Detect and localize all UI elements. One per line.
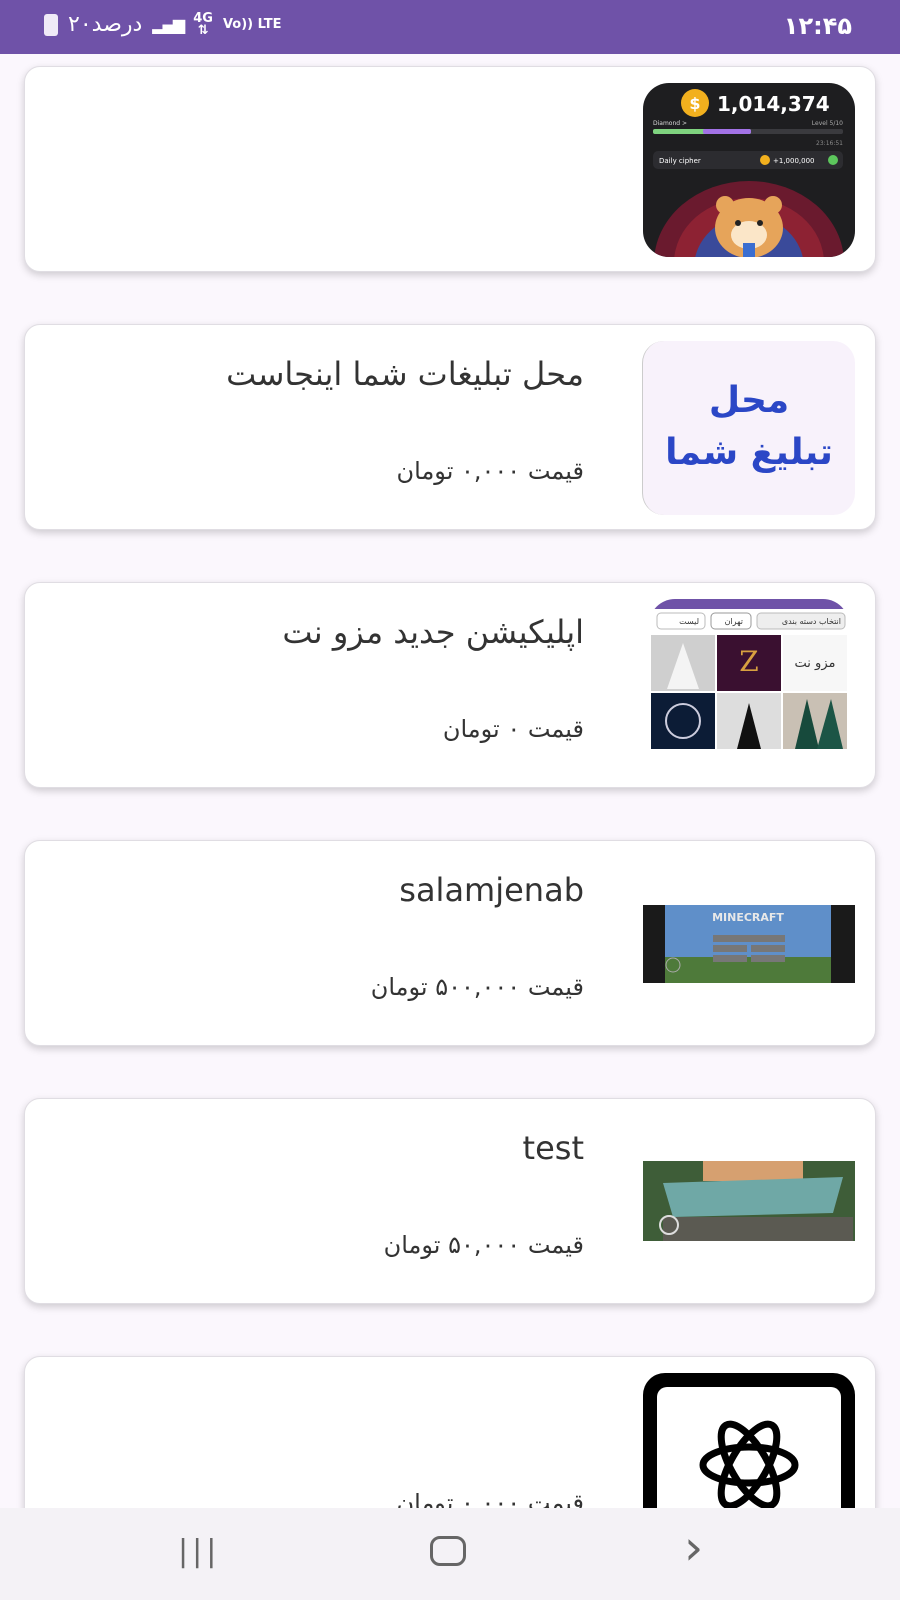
- product-thumbnail-mezonet: انتخاب دسته بندی تهران لیست Z مزو نت: [649, 599, 849, 773]
- back-button[interactable]: ›: [684, 1524, 703, 1572]
- battery-icon: [44, 13, 58, 36]
- recents-button[interactable]: |||: [178, 1534, 220, 1569]
- product-title: salamjenab: [399, 871, 584, 909]
- svg-text:Diamond >: Diamond >: [653, 120, 687, 127]
- product-thumbnail-game: [643, 1161, 855, 1241]
- volte-icon: Vo)) LTE: [222, 16, 282, 32]
- status-time: ۱۲:۴۵: [783, 12, 852, 40]
- network-type-icon: 4G ⇅: [193, 10, 213, 38]
- product-thumbnail-minecraft: MINECRAFT: [643, 905, 855, 983]
- svg-text:مزو نت: مزو نت: [795, 656, 836, 671]
- coin-value: 1,014,374: [717, 92, 830, 116]
- svg-text:MINECRAFT: MINECRAFT: [712, 911, 784, 924]
- svg-text:انتخاب دسته بندی: انتخاب دسته بندی: [782, 617, 841, 626]
- battery-label: ۲۰درصد: [68, 12, 143, 37]
- svg-text:تهران: تهران: [725, 617, 743, 626]
- chatgpt-logo-icon: [643, 1373, 855, 1508]
- product-price: قیمت ۵۰,۰۰۰ تومان: [383, 1231, 584, 1259]
- navigation-bar: ||| ›: [0, 1508, 900, 1600]
- svg-text:+1,000,000: +1,000,000: [773, 157, 815, 165]
- status-indicators: ۲۰درصد ▂▄▆ 4G ⇅ Vo)) LTE: [44, 12, 282, 37]
- svg-text:Daily cipher: Daily cipher: [659, 157, 701, 165]
- product-card[interactable]: MINECRAFT salamjenab قیمت ۵۰۰,۰۰۰ تومان: [24, 840, 876, 1046]
- product-title: test: [522, 1129, 584, 1167]
- product-thumbnail-hamster: $ 1,014,374 Diamond > Level 5/10 23:16:5…: [643, 83, 855, 257]
- signal-icon: ▂▄▆: [152, 15, 185, 34]
- product-price: قیمت ۰,۰۰۰ تومان: [396, 457, 585, 485]
- product-card[interactable]: قیمت ۰,۰۰۰ تومان: [24, 1356, 876, 1508]
- product-card[interactable]: $ 1,014,374 Diamond > Level 5/10 23:16:5…: [24, 66, 876, 272]
- product-thumbnail-ad: محل تبلیغ شما: [642, 341, 855, 515]
- svg-text:Level 5/10: Level 5/10: [812, 120, 843, 127]
- product-price: قیمت ۵۰۰,۰۰۰ تومان: [370, 973, 584, 1001]
- status-bar: ۲۰درصد ▂▄▆ 4G ⇅ Vo)) LTE ۱۲:۴۵: [0, 0, 900, 54]
- svg-text:$: $: [689, 94, 700, 113]
- product-price: قیمت ۰,۰۰۰ تومان: [396, 1489, 585, 1508]
- product-title: اپلیکیشن جدید مزو نت: [282, 613, 584, 651]
- svg-text:Z: Z: [739, 645, 758, 678]
- svg-text:لیست: لیست: [679, 617, 699, 626]
- product-list[interactable]: $ 1,014,374 Diamond > Level 5/10 23:16:5…: [0, 54, 900, 1508]
- product-card[interactable]: انتخاب دسته بندی تهران لیست Z مزو نت اپل…: [24, 582, 876, 788]
- product-card[interactable]: محل تبلیغ شما محل تبلیغات شما اینجاست قی…: [24, 324, 876, 530]
- product-card[interactable]: test قیمت ۵۰,۰۰۰ تومان: [24, 1098, 876, 1304]
- svg-text:23:16:51: 23:16:51: [816, 140, 843, 147]
- product-price: قیمت ۰ تومان: [442, 715, 584, 743]
- home-button[interactable]: [430, 1536, 466, 1566]
- product-title: محل تبلیغات شما اینجاست: [226, 355, 584, 393]
